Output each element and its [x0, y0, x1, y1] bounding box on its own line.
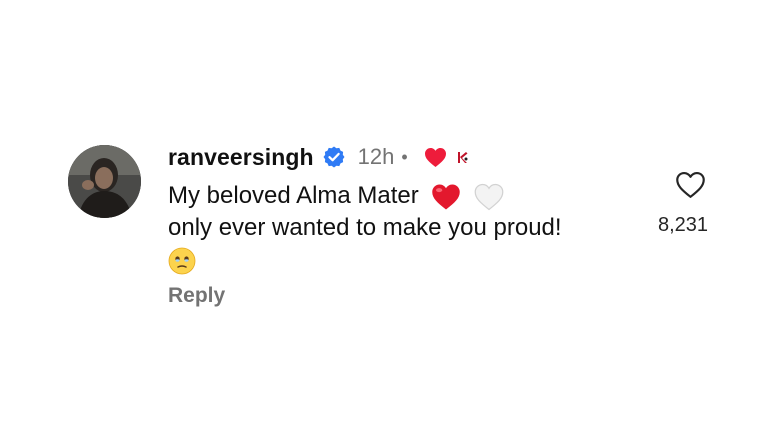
comment-view: ranveersingh 12h • My beloved Alma Mater…	[0, 0, 784, 441]
comment-header: ranveersingh 12h •	[168, 141, 470, 173]
avatar[interactable]	[68, 145, 141, 218]
heart-outline-icon[interactable]	[675, 171, 706, 199]
verified-badge-icon	[322, 145, 346, 169]
comment-line-2: only ever wanted to make you proud!	[168, 212, 638, 244]
red-heart-emoji	[431, 183, 461, 211]
comment-line-3	[168, 244, 638, 276]
face-holding-back-tears-emoji	[168, 247, 196, 275]
username-link[interactable]: ranveersingh	[168, 144, 314, 171]
comment-line-1-text: My beloved Alma Mater	[168, 182, 419, 209]
comment-line-2-text: only ever wanted to make you proud!	[168, 214, 562, 241]
red-heart-icon	[424, 147, 447, 168]
white-heart-emoji	[474, 183, 504, 211]
comment-text: My beloved Alma Mater only ever wanted t…	[168, 180, 638, 276]
reply-button[interactable]: Reply	[168, 284, 225, 308]
creator-mini-avatar	[454, 149, 470, 165]
comment-line-1: My beloved Alma Mater	[168, 180, 638, 212]
timestamp: 12h	[357, 144, 395, 169]
like-count: 8,231	[658, 214, 709, 236]
separator-dot: •	[401, 146, 408, 167]
